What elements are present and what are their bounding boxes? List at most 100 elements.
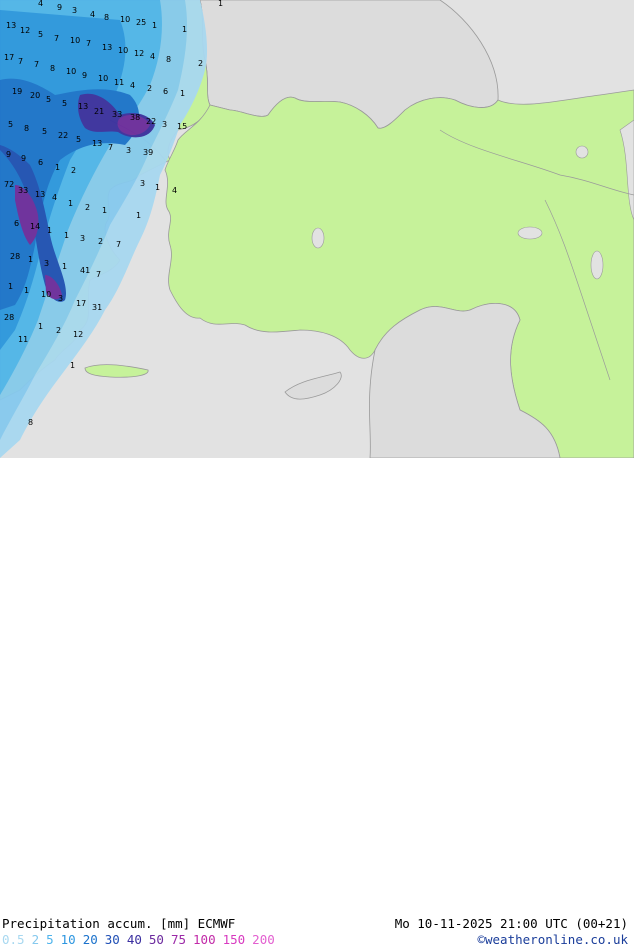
credit-link[interactable]: ©weatheronline.co.uk xyxy=(477,933,628,947)
precip-value-label: 13 xyxy=(78,102,88,111)
precip-value-label: 19 xyxy=(12,87,22,96)
precip-value-label: 12 xyxy=(73,330,83,339)
precip-value-label: 5 xyxy=(42,127,47,136)
legend-item: 150 xyxy=(222,932,246,947)
precip-value-label: 5 xyxy=(46,95,51,104)
precip-value-label: 8 xyxy=(104,13,109,22)
precip-value-label: 10 xyxy=(118,46,128,55)
precip-value-label: 1 xyxy=(24,286,29,295)
precip-value-label: 1 xyxy=(218,0,223,8)
lake-tuz xyxy=(311,227,325,249)
precip-value-label: 5 xyxy=(8,120,13,129)
precip-value-label: 20 xyxy=(30,91,40,100)
precip-value-label: 9 xyxy=(21,154,26,163)
precip-value-label: 1 xyxy=(8,282,13,291)
precip-value-label: 17 xyxy=(4,53,14,62)
precip-value-label: 33 xyxy=(18,186,28,195)
precip-value-label: 3 xyxy=(44,259,49,268)
precip-value-label: 4 xyxy=(130,81,135,90)
footer: Precipitation accum. [mm] ECMWF Mo 10-11… xyxy=(0,458,634,947)
precip-value-label: 1 xyxy=(47,226,52,235)
precip-value-label: 13 xyxy=(6,21,16,30)
precip-value-label: 8 xyxy=(50,64,55,73)
precip-value-label: 41 xyxy=(80,266,90,275)
precip-value-label: 1 xyxy=(182,25,187,34)
precip-value-label: 6 xyxy=(38,158,43,167)
precip-value-label: 4 xyxy=(90,10,95,19)
precip-value-label: 1 xyxy=(136,211,141,220)
precip-value-label: 9 xyxy=(82,71,87,80)
precip-value-label: 8 xyxy=(24,124,29,133)
precip-value-label: 17 xyxy=(76,299,86,308)
precip-value-label: 1 xyxy=(152,21,157,30)
precip-value-label: 1 xyxy=(180,89,185,98)
precip-value-label: 10 xyxy=(70,36,80,45)
precip-value-label: 72 xyxy=(4,180,14,189)
precip-value-label: 12 xyxy=(134,49,144,58)
precip-value-label: 31 xyxy=(92,303,102,312)
legend-item: 40 xyxy=(126,932,142,947)
precip-value-label: 13 xyxy=(35,190,45,199)
lake-sevan xyxy=(575,145,589,159)
precip-value-label: 12 xyxy=(20,26,30,35)
map-title: Precipitation accum. [mm] ECMWF xyxy=(2,916,236,931)
precip-value-label: 3 xyxy=(80,234,85,243)
precip-value-label: 1 xyxy=(102,206,107,215)
precip-value-label: 15 xyxy=(177,122,187,131)
precip-value-label: 4 xyxy=(38,0,43,8)
legend-item: 5 xyxy=(46,932,54,947)
precip-value-label: 7 xyxy=(34,60,39,69)
precip-value-label: 10 xyxy=(120,15,130,24)
precip-value-label: 3 xyxy=(58,294,63,303)
precip-value-label: 5 xyxy=(62,99,67,108)
precip-value-label: 7 xyxy=(96,270,101,279)
precip-value-label: 10 xyxy=(98,74,108,83)
precip-value-label: 4 xyxy=(150,52,155,61)
legend-item: 200 xyxy=(252,932,275,947)
precip-value-label: 2 xyxy=(85,203,90,212)
precip-value-label: 11 xyxy=(114,78,124,87)
precip-value-label: 7 xyxy=(108,143,113,152)
precip-value-label: 5 xyxy=(38,30,43,39)
precip-value-label: 3 xyxy=(140,179,145,188)
precip-value-label: 2 xyxy=(56,326,61,335)
lake-van xyxy=(517,226,543,240)
precip-value-label: 22 xyxy=(146,117,156,126)
precip-value-label: 28 xyxy=(10,252,20,261)
precip-value-label: 1 xyxy=(38,322,43,331)
precip-value-label: 13 xyxy=(102,43,112,52)
precip-value-label: 9 xyxy=(6,150,11,159)
precip-value-label: 1 xyxy=(68,199,73,208)
legend-item: 2 xyxy=(31,932,40,947)
precip-value-label: 13 xyxy=(92,139,102,148)
precip-value-label: 1 xyxy=(155,183,160,192)
legend-item: 20 xyxy=(82,932,98,947)
precip-value-label: 2 xyxy=(71,166,76,175)
color-legend: 0.5 2 5 10 20 30 40 50 75 100 150 200 xyxy=(2,933,282,947)
legend-item: 30 xyxy=(104,932,120,947)
precip-value-label: 28 xyxy=(4,313,14,322)
precipitation-map: 4 9 3 4 8 10 25 1 13 12 5 7 10 7 13 10 12 4 8 1 2 1 17 7 7 8 10 9 10… xyxy=(0,0,634,459)
legend-item: 75 xyxy=(170,932,187,947)
precip-value-label: 2 xyxy=(98,237,103,246)
precip-value-label: 21 xyxy=(94,107,104,116)
lake-urmia xyxy=(590,250,604,280)
precip-value-label: 11 xyxy=(18,335,28,344)
precip-value-label: 1 xyxy=(28,255,33,264)
precip-value-label: 2 xyxy=(198,59,203,68)
precip-value-label: 1 xyxy=(64,231,69,240)
precip-value-label: 14 xyxy=(30,222,40,231)
precip-value-label: 25 xyxy=(136,18,146,27)
precip-value-label: 33 xyxy=(112,110,122,119)
precip-value-label: 7 xyxy=(116,240,121,249)
precip-value-label: 6 xyxy=(14,219,19,228)
precip-value-label: 22 xyxy=(58,131,68,140)
precip-value-label: 5 xyxy=(76,135,81,144)
precip-value-label: 9 xyxy=(57,3,62,12)
legend-item: 0.5 xyxy=(2,932,25,947)
forecast-datetime: Mo 10-11-2025 21:00 UTC (00+21) xyxy=(394,916,628,931)
precip-value-label: 3 xyxy=(162,120,167,129)
legend-item: 50 xyxy=(148,932,164,947)
precip-value-label: 38 xyxy=(130,113,140,122)
legend-item: 100 xyxy=(193,932,216,947)
